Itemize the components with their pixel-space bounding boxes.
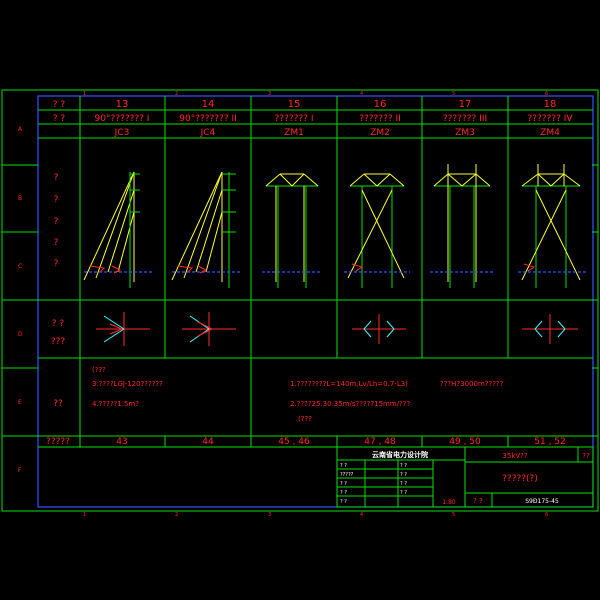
tower-zm1 bbox=[262, 173, 322, 288]
column-type-zm1: ??????? I bbox=[275, 114, 314, 124]
row-label-diagram-5: ? bbox=[54, 259, 59, 269]
tower-zm3 bbox=[430, 164, 494, 288]
column-pages-jc4: 44 bbox=[202, 437, 214, 447]
title-row-4b: ? ? bbox=[400, 490, 407, 496]
border-number-4: 4 bbox=[360, 91, 363, 97]
column-pages-zm4: 51 , 52 bbox=[534, 437, 566, 447]
border-number-3: 3 bbox=[268, 91, 271, 97]
border-number-1-bottom: 1 bbox=[83, 512, 86, 518]
border-number-2: 2 bbox=[175, 91, 178, 97]
border-number-6-bottom: 6 bbox=[545, 512, 548, 518]
column-headers: 13 90°??????? I JC3 43 14 90°??????? II JC4 44 1… bbox=[95, 99, 574, 447]
column-number-jc4: 14 bbox=[202, 99, 215, 110]
column-type-jc3: 90°??????? I bbox=[95, 114, 150, 124]
title-row-3: ? ? bbox=[340, 481, 347, 487]
plan-zm2 bbox=[352, 314, 406, 344]
company-name: 云南省电力设计院 bbox=[372, 450, 428, 459]
border-letter-f: F bbox=[18, 467, 22, 474]
column-number-zm3: 17 bbox=[459, 99, 472, 110]
title-row-1b: ? ? bbox=[400, 463, 407, 469]
tower-jc3 bbox=[83, 171, 152, 288]
tower-zm2 bbox=[344, 173, 410, 288]
row-label-plan-2: ??? bbox=[51, 337, 66, 347]
note-left-2: 3.????LGJ-120?????? bbox=[92, 380, 163, 388]
border-number-1: 1 bbox=[83, 91, 86, 97]
column-number-zm4: 18 bbox=[544, 99, 557, 110]
column-type-zm3: ??????? III bbox=[443, 114, 487, 124]
border-letter-c: C bbox=[18, 263, 22, 270]
row-label-diagram-4: ? bbox=[54, 238, 59, 248]
title-row-3b: ? ? bbox=[400, 481, 407, 487]
column-code-zm1: ZM1 bbox=[284, 128, 304, 138]
column-code-jc4: JC4 bbox=[200, 128, 216, 138]
row-label-type: ? ? bbox=[53, 114, 66, 124]
tower-zm4 bbox=[518, 164, 586, 288]
column-type-zm4: ??????? IV bbox=[527, 114, 573, 124]
tower-jc4 bbox=[171, 171, 242, 288]
drawing-no-label: ? ? bbox=[473, 497, 483, 505]
border-number-5-bottom: 5 bbox=[452, 512, 455, 518]
stamp-label: ?? bbox=[582, 452, 590, 460]
plan-zm4 bbox=[522, 314, 578, 344]
border-number-4-bottom: 4 bbox=[360, 512, 363, 518]
column-pages-zm2: 47 , 48 bbox=[364, 437, 396, 447]
note-left-1: (??? bbox=[92, 366, 106, 374]
row-label-diagram-1: ? bbox=[54, 173, 59, 183]
column-type-jc4: 90°??????? II bbox=[179, 114, 237, 124]
column-type-zm2: ??????? II bbox=[359, 114, 401, 124]
note-left-3: 4.?????1.5m? bbox=[92, 400, 139, 408]
row-label-diagram-3: ? bbox=[54, 217, 59, 227]
row-label-diagram-2: ? bbox=[54, 195, 59, 205]
column-number-zm2: 16 bbox=[374, 99, 387, 110]
column-code-zm2: ZM2 bbox=[370, 128, 390, 138]
row-label-number: ? ? bbox=[53, 100, 66, 110]
column-number-jc3: 13 bbox=[116, 99, 129, 110]
title-row-4: ? ? bbox=[340, 490, 347, 496]
column-number-zm1: 15 bbox=[288, 99, 301, 110]
plan-jc4 bbox=[182, 312, 236, 346]
column-pages-zm1: 45 , 46 bbox=[278, 437, 310, 447]
row-label-plan-1: ? ? bbox=[52, 319, 65, 329]
border-number-5: 5 bbox=[452, 91, 455, 97]
border-letter-d: D bbox=[18, 331, 23, 338]
border-letter-e: E bbox=[18, 399, 22, 406]
column-code-jc3: JC3 bbox=[114, 128, 130, 138]
border-letter-a: A bbox=[18, 126, 23, 133]
note-right-1: 1.????????L=140m,Lv/Lh=0.7-L3) bbox=[290, 380, 408, 388]
drawing-sheet: A B C D E F 1 2 3 4 5 6 1 2 3 4 5 6 ? ? … bbox=[1, 89, 599, 518]
row-label-notes: ?? bbox=[53, 399, 63, 409]
title-row-2b: ? ? bbox=[400, 472, 407, 478]
drawing-title: ?????(?) bbox=[502, 474, 538, 484]
column-pages-jc3: 43 bbox=[116, 437, 127, 447]
voltage-label: 35kV?? bbox=[502, 452, 527, 460]
title-row-5: ? ? bbox=[340, 499, 347, 505]
scale-value: 1:80 bbox=[442, 499, 456, 506]
row-label-pages: ????? bbox=[46, 437, 70, 447]
drawing-number: S9Ð175-45 bbox=[525, 498, 559, 505]
column-code-zm4: ZM4 bbox=[540, 128, 560, 138]
border-number-6: 6 bbox=[545, 91, 548, 97]
column-pages-zm3: 49 , 50 bbox=[449, 437, 481, 447]
border-letter-b: B bbox=[18, 195, 22, 202]
note-right-4: (??? bbox=[298, 415, 312, 423]
title-row-1: ? ? bbox=[340, 463, 347, 469]
note-right-3: 2.????25.30.35m/s?????15mm/??? bbox=[290, 400, 410, 408]
title-row-2: ????? bbox=[340, 472, 354, 478]
column-code-zm3: ZM3 bbox=[455, 128, 475, 138]
plan-jc3 bbox=[96, 312, 150, 346]
note-right-2: ???H?3000m????? bbox=[440, 380, 504, 388]
border-number-2-bottom: 2 bbox=[175, 512, 178, 518]
border-number-3-bottom: 3 bbox=[268, 512, 271, 518]
